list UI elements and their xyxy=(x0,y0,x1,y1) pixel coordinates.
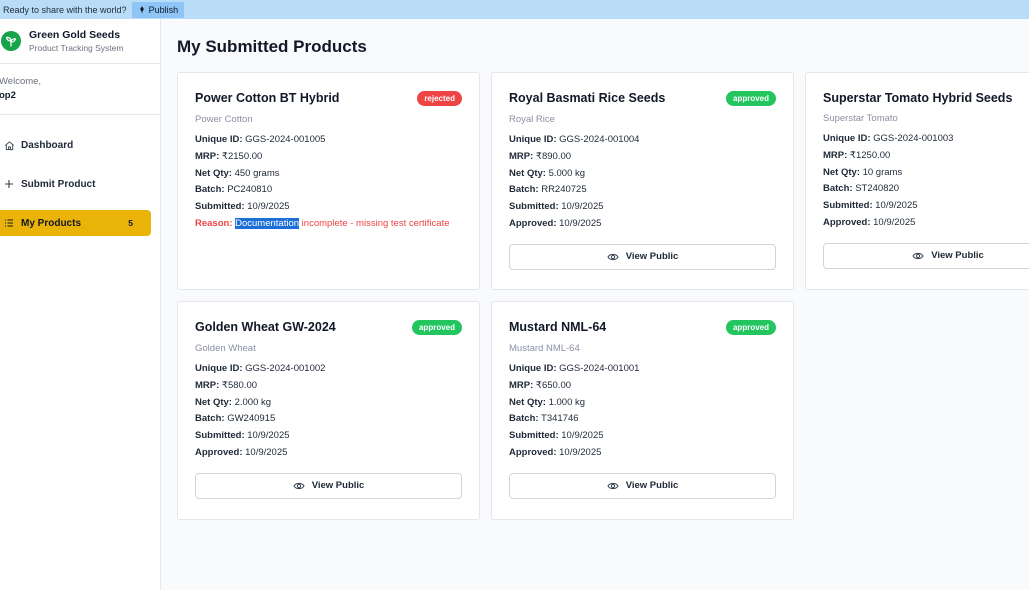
unique-id-field: Unique ID: GGS-2024-001005 xyxy=(195,134,326,145)
product-name: Mustard NML-64 xyxy=(509,320,607,334)
sidebar-nav: Dashboard Submit Product My Products 5 xyxy=(0,115,160,236)
product-card: Superstar Tomato Hybrid Seeds Superstar … xyxy=(805,72,1029,290)
sidebar-item-submit-product[interactable]: Submit Product xyxy=(0,171,151,197)
product-name: Power Cotton BT Hybrid xyxy=(195,91,340,105)
view-public-button[interactable]: View Public xyxy=(823,242,1029,269)
product-variety: Royal Rice xyxy=(509,114,555,125)
status-badge: approved xyxy=(725,320,776,335)
view-public-label: View Public xyxy=(625,480,679,492)
approved-field: Approved: 10/9/2025 xyxy=(823,216,916,228)
net-qty-field: Net Qty: 5.000 kg xyxy=(509,167,586,179)
submitted-field: Submitted: 10/9/2025 xyxy=(195,201,290,213)
products-count-badge: 5 xyxy=(128,218,133,228)
product-card: Royal Basmati Rice Seeds approved Royal … xyxy=(491,72,794,290)
unique-id-field: Unique ID: GGS-2024-001002 xyxy=(195,363,326,374)
eye-icon xyxy=(293,482,305,489)
product-card: Golden Wheat GW-2024 approved Golden Whe… xyxy=(177,301,480,520)
main-content: My Submitted Products Power Cotton BT Hy… xyxy=(161,19,1029,590)
view-public-button[interactable]: View Public xyxy=(195,472,462,499)
unique-id-field: Unique ID: GGS-2024-001001 xyxy=(509,363,640,374)
net-qty-field: Net Qty: 2.000 kg xyxy=(195,396,272,408)
submitted-field: Submitted: 10/9/2025 xyxy=(509,201,604,213)
product-variety: Golden Wheat xyxy=(195,343,256,354)
sidebar-item-my-products[interactable]: My Products 5 xyxy=(0,210,151,236)
mrp-field: MRP: ₹1250.00 xyxy=(823,149,891,161)
batch-field: Batch: GW240915 xyxy=(195,413,276,425)
sidebar-item-label: Submit Product xyxy=(21,178,96,190)
batch-field: Batch: PC240810 xyxy=(195,184,273,196)
batch-field: Batch: RR240725 xyxy=(509,184,587,196)
product-name: Superstar Tomato Hybrid Seeds xyxy=(823,91,1013,105)
brand-title: Green Gold Seeds xyxy=(29,29,121,41)
mrp-field: MRP: ₹650.00 xyxy=(509,379,572,391)
publish-banner-message: Ready to share with the world? xyxy=(3,4,127,15)
mrp-field: MRP: ₹890.00 xyxy=(509,150,572,162)
product-variety: Mustard NML-64 xyxy=(509,343,580,354)
net-qty-field: Net Qty: 450 grams xyxy=(195,167,280,179)
list-icon xyxy=(3,217,15,229)
plus-icon xyxy=(3,178,15,190)
view-public-label: View Public xyxy=(931,250,984,262)
eye-icon xyxy=(607,253,619,260)
view-public-label: View Public xyxy=(625,251,679,263)
status-badge: approved xyxy=(725,91,776,106)
welcome-label: Welcome, xyxy=(0,76,42,87)
sprout-icon xyxy=(1,31,21,51)
brand-subtitle: Product Tracking System xyxy=(29,43,124,53)
pin-icon xyxy=(139,5,144,13)
status-badge: rejected xyxy=(417,91,462,106)
product-variety: Power Cotton xyxy=(195,114,253,125)
home-icon xyxy=(3,139,15,151)
eye-icon xyxy=(912,252,924,259)
page-title: My Submitted Products xyxy=(177,37,367,56)
product-name: Royal Basmati Rice Seeds xyxy=(509,91,666,105)
view-public-button[interactable]: View Public xyxy=(509,243,776,270)
approved-field: Approved: 10/9/2025 xyxy=(509,446,602,458)
view-public-label: View Public xyxy=(311,480,365,492)
mrp-field: MRP: ₹2150.00 xyxy=(195,150,263,162)
sidebar-item-label: Dashboard xyxy=(21,139,74,151)
status-badge: approved xyxy=(411,320,462,335)
approved-field: Approved: 10/9/2025 xyxy=(195,446,288,458)
submitted-field: Submitted: 10/9/2025 xyxy=(195,430,290,442)
product-card: Mustard NML-64 approved Mustard NML-64 U… xyxy=(491,301,794,520)
selected-text: Documentation xyxy=(235,217,300,229)
submitted-field: Submitted: 10/9/2025 xyxy=(509,430,604,442)
username: op2 xyxy=(0,90,16,101)
publish-button[interactable]: Publish xyxy=(131,1,185,18)
product-variety: Superstar Tomato xyxy=(823,113,898,124)
net-qty-field: Net Qty: 10 grams xyxy=(823,166,903,178)
mrp-field: MRP: ₹580.00 xyxy=(195,379,258,391)
batch-field: Batch: T341746 xyxy=(509,413,579,425)
product-card: Power Cotton BT Hybrid rejected Power Co… xyxy=(177,72,480,290)
net-qty-field: Net Qty: 1.000 kg xyxy=(509,396,586,408)
welcome-panel: Welcome, op2 xyxy=(0,64,160,115)
approved-field: Approved: 10/9/2025 xyxy=(509,217,602,229)
sidebar-item-dashboard[interactable]: Dashboard xyxy=(0,132,151,158)
sidebar-item-label: My Products xyxy=(21,217,82,229)
product-name: Golden Wheat GW-2024 xyxy=(195,320,336,334)
unique-id-field: Unique ID: GGS-2024-001003 xyxy=(823,133,954,144)
sidebar: Green Gold Seeds Product Tracking System… xyxy=(0,19,161,590)
brand: Green Gold Seeds Product Tracking System xyxy=(0,19,160,64)
eye-icon xyxy=(607,482,619,489)
submitted-field: Submitted: 10/9/2025 xyxy=(823,200,918,212)
publish-banner: Ready to share with the world? Publish xyxy=(0,0,1029,19)
rejection-reason: Reason: Documentation incomplete - missi… xyxy=(195,217,450,229)
unique-id-field: Unique ID: GGS-2024-001004 xyxy=(509,134,640,145)
batch-field: Batch: ST240820 xyxy=(823,183,900,195)
view-public-button[interactable]: View Public xyxy=(509,472,776,499)
publish-label: Publish xyxy=(148,4,179,15)
